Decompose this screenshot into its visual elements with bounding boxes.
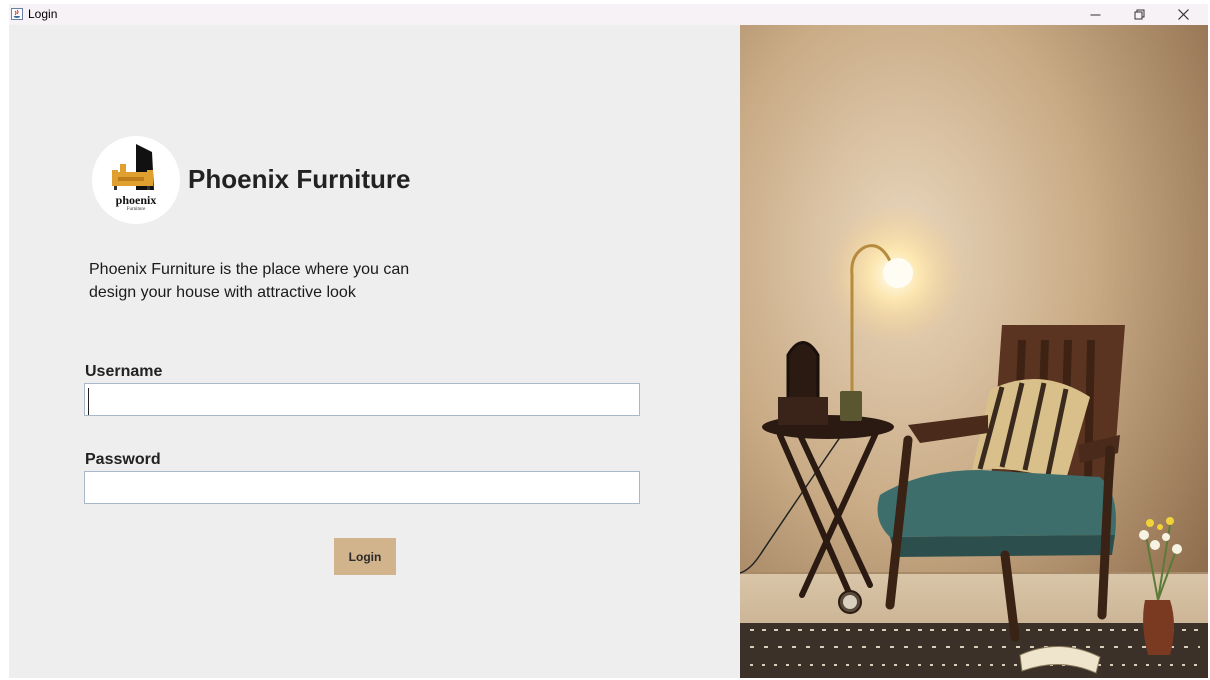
- login-panel: phoenix Furniture Phoenix Furniture Phoe…: [9, 25, 740, 678]
- restore-icon: [1134, 9, 1145, 20]
- minimize-icon: [1090, 14, 1101, 16]
- tagline-line-1: Phoenix Furniture is the place where you…: [89, 261, 410, 278]
- password-label: Password: [85, 451, 161, 468]
- tagline-line-2: design your house with attractive look: [89, 284, 356, 301]
- minimize-button[interactable]: [1073, 4, 1117, 25]
- username-label: Username: [85, 363, 163, 380]
- brand-title: Phoenix Furniture: [188, 164, 411, 194]
- tagline: Phoenix Furniture is the place where you…: [89, 258, 469, 304]
- close-icon: [1178, 9, 1189, 20]
- close-button[interactable]: [1161, 4, 1205, 25]
- window-title: Login: [28, 7, 58, 21]
- username-input[interactable]: [84, 383, 640, 416]
- title-bar: Login: [9, 4, 1208, 25]
- java-app-icon: [11, 8, 23, 20]
- brand-logo: phoenix Furniture: [92, 136, 180, 224]
- interior-photo: [740, 25, 1208, 678]
- logo-subtitle: Furniture: [126, 207, 146, 212]
- text-caret: [88, 388, 89, 415]
- furniture-scene-illustration: [740, 25, 1208, 678]
- password-input[interactable]: [84, 471, 640, 504]
- restore-button[interactable]: [1117, 4, 1161, 25]
- login-button[interactable]: Login: [334, 538, 396, 575]
- logo-wordmark: phoenix: [115, 193, 157, 207]
